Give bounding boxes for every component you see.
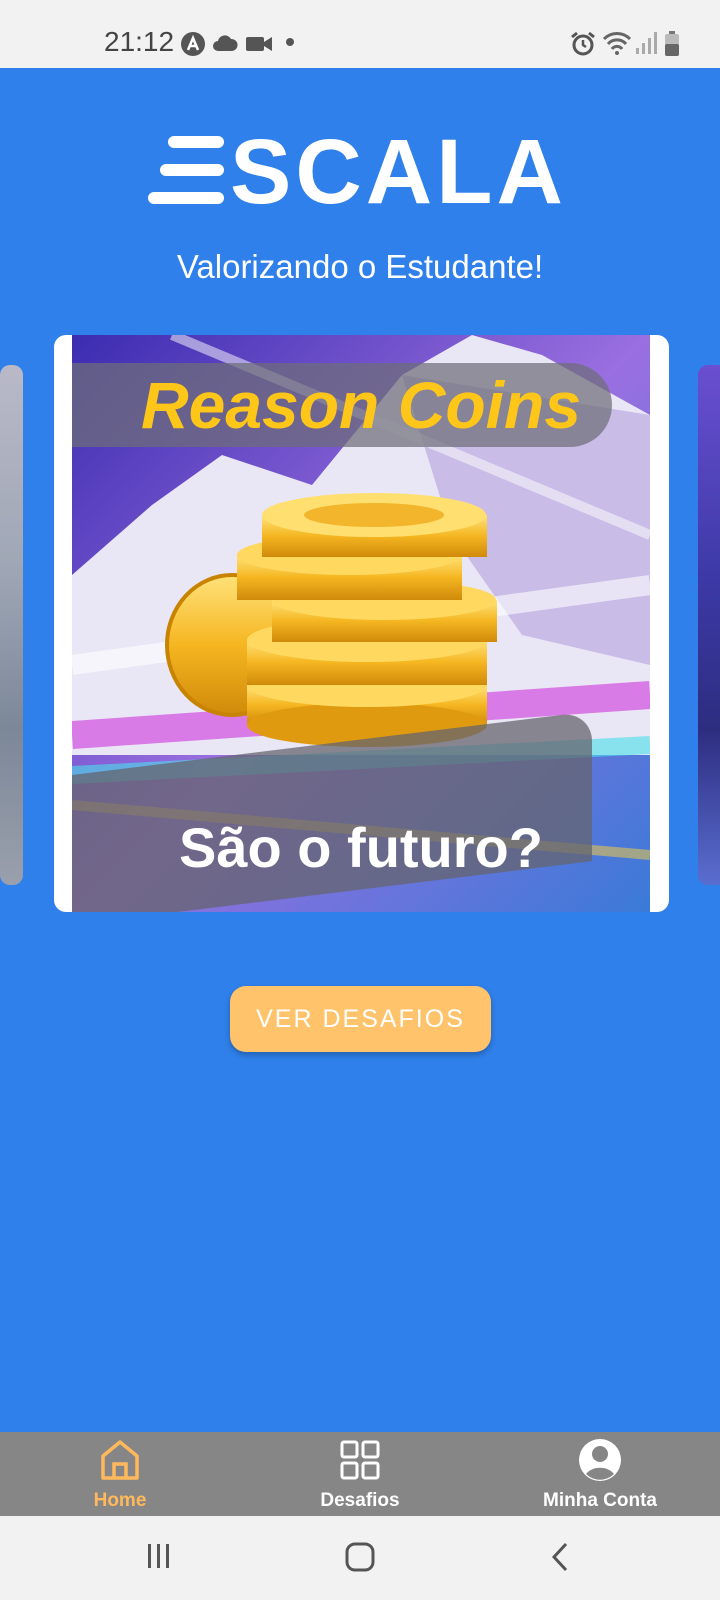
grid-icon: [340, 1440, 380, 1480]
logo-text: SCALA: [230, 121, 567, 223]
carousel-card-active[interactable]: Reason Coins São o futuro?: [54, 335, 669, 912]
nav-label-desafios: Desafios: [320, 1490, 400, 1511]
signal-icon: [636, 32, 658, 59]
battery-icon: [664, 31, 680, 62]
status-bar: 21:12: [0, 0, 720, 68]
app-logo: SCALA: [148, 124, 578, 220]
bottom-nav: Home Desafios Minha Conta: [0, 1432, 720, 1516]
nav-item-desafios[interactable]: Desafios: [240, 1432, 480, 1516]
card-title: Reason Coins: [140, 368, 582, 442]
recent-apps-icon[interactable]: [146, 1542, 172, 1575]
video-camera-icon: [246, 36, 272, 57]
system-nav-bar: [0, 1516, 720, 1600]
home-button-icon[interactable]: [345, 1542, 375, 1577]
logo-bars-icon: [148, 136, 224, 208]
wifi-icon: [602, 31, 632, 60]
home-icon: [101, 1440, 139, 1480]
nav-item-minha-conta[interactable]: Minha Conta: [480, 1432, 720, 1516]
app-notification-icon: [180, 31, 206, 62]
nav-label-minha-conta: Minha Conta: [543, 1490, 657, 1511]
alarm-icon: [570, 31, 596, 62]
card-subtitle: São o futuro?: [179, 816, 543, 879]
card-image: Reason Coins São o futuro?: [72, 335, 650, 912]
account-icon: [579, 1439, 621, 1481]
dot-icon: [286, 38, 294, 46]
nav-item-home[interactable]: Home: [0, 1432, 240, 1516]
ver-desafios-button[interactable]: VER DESAFIOS: [230, 986, 491, 1052]
carousel-card-previous[interactable]: [0, 365, 23, 885]
nav-label-home: Home: [93, 1490, 147, 1511]
carousel-card-next[interactable]: [698, 365, 720, 885]
back-icon[interactable]: [550, 1542, 570, 1577]
tagline: Valorizando o Estudante!: [176, 248, 544, 285]
cloud-icon: [212, 34, 238, 57]
status-time: 21:12: [104, 26, 175, 57]
